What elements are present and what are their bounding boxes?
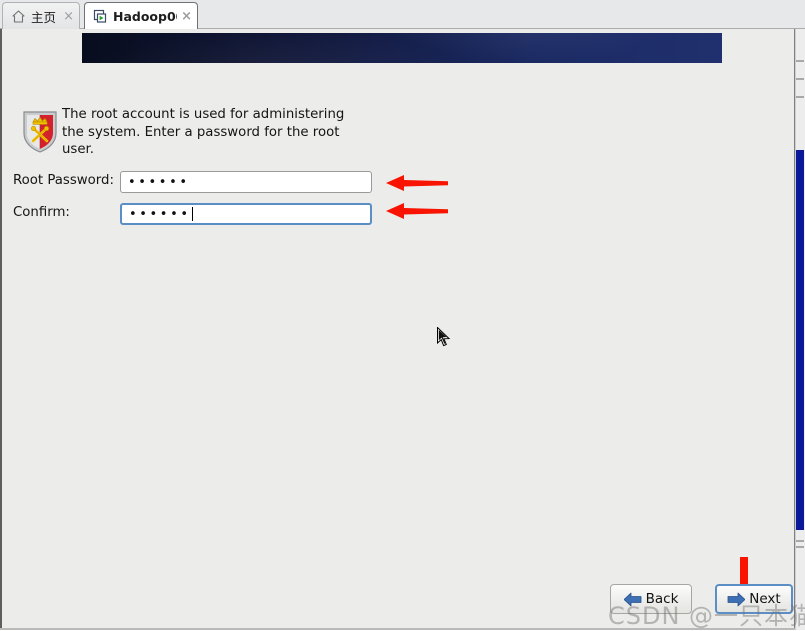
arrow-left-blue-icon [623,592,642,606]
scrollbar-mark [796,96,804,98]
back-button-label: Back [645,591,679,607]
red-arrow-left-password-icon [386,174,448,192]
home-icon [11,9,26,24]
next-button[interactable]: Next [715,584,793,614]
tab-home[interactable]: 主页 × [2,2,80,29]
root-password-label: Root Password: [13,173,114,188]
tab-home-close-icon[interactable]: × [63,10,74,23]
tab-hadoop001[interactable]: Hadoop001 × [84,2,198,29]
root-password-value: •••••• [128,174,190,190]
next-button-label: Next [749,591,781,607]
root-password-shield-icon [20,109,60,154]
scrollbar-mark [796,540,804,542]
red-arrow-left-confirm-icon [386,202,448,220]
tab-home-label: 主页 [31,9,57,25]
text-caret [191,207,193,221]
root-password-input[interactable]: •••••• [120,171,372,193]
back-button[interactable]: Back [610,584,692,614]
scrollbar-mark [796,60,804,62]
vmware-tab-bar: 主页 × Hadoop001 × [0,0,805,29]
confirm-password-value: •••••• [129,206,191,222]
root-password-description: The root account is used for administeri… [62,107,345,157]
tab-hadoop001-label: Hadoop001 [113,8,177,24]
console-left-border [0,29,2,630]
virtual-machine-console[interactable]: The root account is used for administeri… [0,29,805,630]
arrow-right-blue-icon [727,592,746,606]
virtual-machine-icon [93,9,108,24]
confirm-password-input[interactable]: •••••• [120,203,372,225]
scrollbar-mark [796,78,804,80]
installer-banner [82,33,722,63]
confirm-password-label: Confirm: [13,205,70,220]
scrollbar-mark [796,546,804,548]
tab-hadoop001-close-icon[interactable]: × [181,10,192,23]
console-scrollbar-thumb[interactable] [796,150,804,530]
mouse-cursor-icon [437,326,451,348]
